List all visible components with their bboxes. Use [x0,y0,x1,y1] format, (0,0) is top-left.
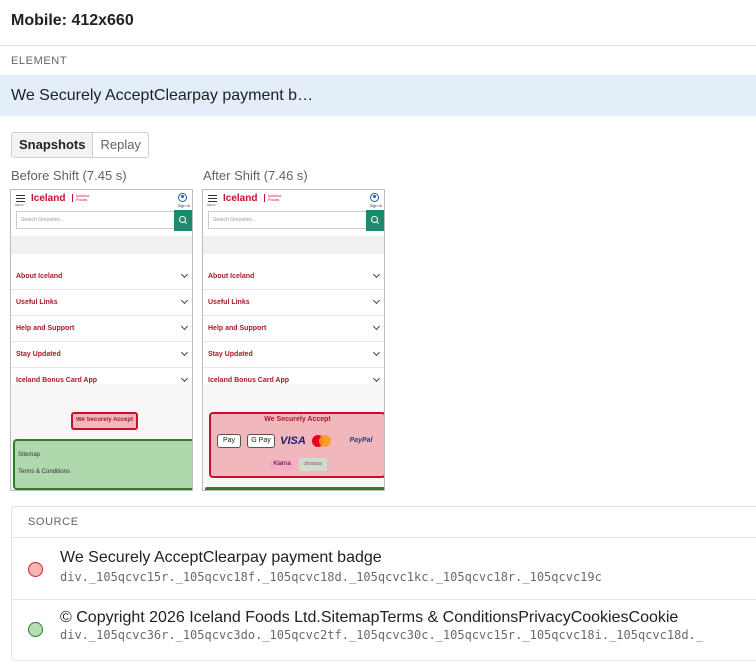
accordion-label: Useful Links [16,299,58,306]
accordion-item: Stay Updated [203,342,384,368]
promo-band [11,236,192,254]
accordion-label: Stay Updated [208,351,253,358]
chevron-down-icon [180,322,189,331]
sign-in-label: Sign In [369,203,382,208]
chevron-down-icon [372,322,381,331]
hamburger-menu-icon [208,195,217,202]
sitemap-link: Sitemap [18,452,41,458]
source-panel: SOURCE We Securely AcceptClearpay paymen… [11,506,756,661]
green-marker-icon [28,622,43,637]
after-snapshot[interactable]: MENU Iceland Iceland Foods Sign In Searc… [202,189,385,491]
promo-band [203,236,384,254]
paypal-icon: PayPal [349,437,373,444]
accordion-label: About Iceland [208,273,255,280]
search-icon [366,210,384,231]
logo-tagline: Iceland Foods [72,194,100,202]
accordion-item: About Iceland [11,264,192,290]
element-text: We Securely AcceptClearpay payment b… [11,87,314,104]
accordion-item: Help and Support [203,316,384,342]
sign-in-label: Sign In [177,203,190,208]
source-item[interactable]: We Securely AcceptClearpay payment badge… [12,537,756,599]
red-marker-icon [28,562,43,577]
site-header: MENU Iceland Iceland Foods Sign In Searc… [11,190,192,232]
chevron-down-icon [180,348,189,357]
chevron-down-icon [372,374,381,383]
badge-title: We Securely Accept [75,417,134,423]
terms-link: Terms & Conditions [18,469,71,475]
search-icon [174,210,192,231]
payment-methods-row: Pay G Pay VISA PayPal [211,434,384,448]
source-item-text: © Copyright 2026 Iceland Foods Ltd.Sitem… [60,609,679,626]
accordion-label: Help and Support [208,325,267,332]
before-snapshot[interactable]: MENU Iceland Iceland Foods Sign In Searc… [10,189,193,491]
accordion-label: About Iceland [16,273,63,280]
before-shift-caption: Before Shift (7.45 s) [11,168,127,183]
chevron-down-icon [372,296,381,305]
source-section-label: SOURCE [28,516,79,528]
badge-title: We Securely Accept [264,416,331,423]
accordion-item: Stay Updated [11,342,192,368]
accordion-item: About Iceland [203,264,384,290]
footer-element-after [205,487,384,490]
accordion-label: Iceland Bonus Card App [208,377,290,384]
search-input: Search Groceries... [208,211,366,229]
element-section-label: ELEMENT [11,55,68,67]
user-account-icon [178,193,187,202]
klarna-icon: Klarna [269,459,295,470]
apple-pay-icon: Pay [217,434,241,448]
hamburger-menu-icon [16,195,25,202]
chevron-down-icon [180,270,189,279]
clearpay-icon: clearpay [299,458,327,471]
visa-icon: VISA [280,435,306,447]
accordion-item: Help and Support [11,316,192,342]
tab-replay[interactable]: Replay [93,133,148,157]
source-item-text: We Securely AcceptClearpay payment badge [60,549,382,566]
viewport-title: Mobile: 412x660 [11,12,134,29]
after-shift-caption: After Shift (7.46 s) [203,168,308,183]
source-item[interactable]: © Copyright 2026 Iceland Foods Ltd.Sitem… [12,599,756,661]
accordion-item: Useful Links [203,290,384,316]
source-item-selector: div._105qcvc15r._105qcvc18f._105qcvc18d.… [60,570,602,584]
accordion-label: Iceland Bonus Card App [16,377,98,384]
menu-label: MENU [207,203,216,207]
iceland-logo: Iceland [31,193,66,204]
search-input: Search Groceries... [16,211,174,229]
panel-header: Mobile: 412x660 [0,0,756,46]
user-account-icon [370,193,379,202]
element-row[interactable]: We Securely AcceptClearpay payment b… [0,75,756,116]
source-item-selector: div._105qcvc36r._105qcvc3do._105qcvc2tf.… [60,628,703,642]
iceland-logo: Iceland [223,193,258,204]
chevron-down-icon [180,374,189,383]
shifted-element-after: We Securely Accept Pay G Pay VISA PayPal… [209,412,384,478]
shifted-element-before: We Securely Accept [71,412,138,430]
footer-element-before: Sitemap Terms & Conditions [13,439,192,490]
chevron-down-icon [372,348,381,357]
view-tabs: Snapshots Replay [11,132,149,158]
chevron-down-icon [372,270,381,279]
logo-tagline: Iceland Foods [264,194,292,202]
chevron-down-icon [180,296,189,305]
accordion-label: Useful Links [208,299,250,306]
accordion-item: Useful Links [11,290,192,316]
accordion-label: Help and Support [16,325,75,332]
menu-label: MENU [15,203,24,207]
tab-snapshots[interactable]: Snapshots [12,133,94,157]
google-pay-icon: G Pay [247,434,275,448]
site-header: MENU Iceland Iceland Foods Sign In Searc… [203,190,384,232]
mastercard-icon [319,435,331,447]
accordion-label: Stay Updated [16,351,61,358]
